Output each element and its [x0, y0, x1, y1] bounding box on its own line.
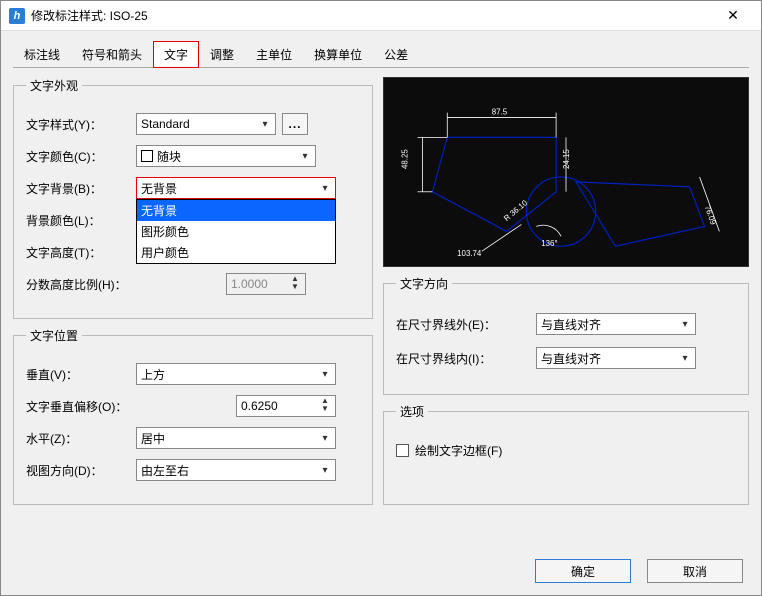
combo-inside-ext[interactable]: 与直线对齐 ▾ [536, 347, 696, 369]
preview-dim-left: 48.25 [401, 149, 410, 169]
bg-option-drawing[interactable]: 图形颜色 [137, 221, 335, 242]
preview-dim-top: 87.5 [492, 108, 508, 117]
close-icon[interactable]: ✕ [713, 7, 753, 24]
app-icon: h [9, 8, 25, 24]
label-text-height: 文字高度(T)： [26, 244, 136, 261]
combo-horizontal-value: 居中 [141, 430, 165, 447]
chevron-down-icon: ▾ [677, 349, 693, 367]
dimension-preview: 87.5 48.25 24.15 R 36.10 136° 103.74 76.… [383, 77, 749, 267]
label-text-style: 文字样式(Y)： [26, 116, 136, 133]
combo-view-direction[interactable]: 由左至右 ▾ [136, 459, 336, 481]
combo-vertical-value: 上方 [141, 366, 165, 383]
spinner-vert-offset[interactable]: 0.6250 ▲▼ [236, 395, 336, 417]
ok-button[interactable]: 确定 [535, 559, 631, 583]
combo-horizontal[interactable]: 居中 ▾ [136, 427, 336, 449]
label-outside-ext: 在尺寸界线外(E)： [396, 316, 536, 333]
chevron-down-icon: ▾ [297, 147, 313, 165]
dialog-window: h 修改标注样式: ISO-25 ✕ 标注线 符号和箭头 文字 调整 主单位 换… [0, 0, 762, 596]
label-vertical: 垂直(V)： [26, 366, 136, 383]
combo-text-color[interactable]: 随块 ▾ [136, 145, 316, 167]
preview-dim-bot: 103.74 [457, 249, 482, 258]
combo-text-bg-value: 无背景 [141, 180, 177, 197]
tab-symbols-arrows[interactable]: 符号和箭头 [71, 41, 153, 68]
legend-position: 文字位置 [26, 327, 82, 344]
combo-text-bg[interactable]: 无背景 ▾ 无背景 图形颜色 用户颜色 [136, 177, 336, 199]
group-text-position: 文字位置 垂直(V)： 上方 ▾ 文字垂直偏移(O)： 0.6250 ▲▼ [13, 327, 373, 505]
legend-appearance: 文字外观 [26, 77, 82, 94]
group-text-appearance: 文字外观 文字样式(Y)： Standard ▾ ... 文字颜色(C)： 随块… [13, 77, 373, 319]
spinner-frac-scale: 1.0000 ▲▼ [226, 273, 306, 295]
dialog-footer: 确定 取消 [535, 559, 743, 583]
checkbox-draw-frame[interactable]: 绘制文字边框(F) [396, 442, 502, 459]
combo-vertical[interactable]: 上方 ▾ [136, 363, 336, 385]
vert-offset-value: 0.6250 [241, 399, 278, 413]
chevron-down-icon: ▾ [257, 115, 273, 133]
label-view-direction: 视图方向(D)： [26, 462, 136, 479]
combo-text-color-value: 随块 [157, 148, 181, 165]
group-options: 选项 绘制文字边框(F) [383, 403, 749, 505]
preview-drawing: 87.5 48.25 24.15 R 36.10 136° 103.74 76.… [384, 78, 748, 266]
spinner-arrows-icon[interactable]: ▲▼ [317, 397, 333, 415]
legend-options: 选项 [396, 403, 428, 420]
cancel-button[interactable]: 取消 [647, 559, 743, 583]
group-text-orientation: 文字方向 在尺寸界线外(E)： 与直线对齐 ▾ 在尺寸界线内(I)： 与直线对齐… [383, 275, 749, 395]
tab-strip: 标注线 符号和箭头 文字 调整 主单位 换算单位 公差 [1, 31, 761, 68]
color-swatch-icon [141, 150, 153, 162]
spinner-arrows-icon: ▲▼ [287, 275, 303, 293]
legend-orientation: 文字方向 [396, 275, 452, 292]
bg-option-none[interactable]: 无背景 [137, 200, 335, 221]
preview-dim-right: 76.09 [703, 204, 718, 226]
tab-fit[interactable]: 调整 [199, 41, 245, 68]
label-text-color: 文字颜色(C)： [26, 148, 136, 165]
tab-dimlines[interactable]: 标注线 [13, 41, 71, 68]
preview-dim-r: R 36.10 [502, 198, 529, 223]
text-style-more-button[interactable]: ... [282, 113, 308, 135]
label-bg-color: 背景颜色(L)： [26, 212, 136, 229]
combo-outside-value: 与直线对齐 [541, 316, 601, 333]
chevron-down-icon: ▾ [317, 365, 333, 383]
label-text-bg: 文字背景(B)： [26, 180, 136, 197]
titlebar: h 修改标注样式: ISO-25 ✕ [1, 1, 761, 31]
preview-dim-ang: 136° [541, 239, 557, 248]
combo-view-direction-value: 由左至右 [141, 462, 189, 479]
combo-inside-value: 与直线对齐 [541, 350, 601, 367]
combo-text-style-value: Standard [141, 117, 190, 131]
combo-text-style[interactable]: Standard ▾ [136, 113, 276, 135]
chevron-down-icon: ▾ [677, 315, 693, 333]
tab-tolerances[interactable]: 公差 [373, 41, 419, 68]
right-column: 87.5 48.25 24.15 R 36.10 136° 103.74 76.… [383, 77, 749, 505]
tab-underline [13, 67, 749, 68]
combo-text-bg-dropdown: 无背景 图形颜色 用户颜色 [136, 199, 336, 264]
label-vert-offset: 文字垂直偏移(O)： [26, 398, 156, 415]
dialog-body: 文字外观 文字样式(Y)： Standard ▾ ... 文字颜色(C)： 随块… [1, 69, 761, 513]
tab-alt-units[interactable]: 换算单位 [303, 41, 373, 68]
bg-option-user[interactable]: 用户颜色 [137, 242, 335, 263]
combo-outside-ext[interactable]: 与直线对齐 ▾ [536, 313, 696, 335]
label-inside-ext: 在尺寸界线内(I)： [396, 350, 536, 367]
frac-scale-value: 1.0000 [231, 277, 268, 291]
label-horizontal: 水平(Z)： [26, 430, 136, 447]
chevron-down-icon: ▾ [317, 429, 333, 447]
checkbox-icon [396, 444, 409, 457]
checkbox-draw-frame-label: 绘制文字边框(F) [415, 442, 502, 459]
chevron-down-icon: ▾ [317, 461, 333, 479]
tab-text[interactable]: 文字 [153, 41, 199, 68]
label-frac-scale: 分数高度比例(H)： [26, 276, 156, 293]
chevron-down-icon: ▾ [317, 179, 333, 197]
window-title: 修改标注样式: ISO-25 [31, 7, 713, 24]
tab-primary-units[interactable]: 主单位 [245, 41, 303, 68]
preview-dim-mid: 24.15 [562, 149, 571, 169]
left-column: 文字外观 文字样式(Y)： Standard ▾ ... 文字颜色(C)： 随块… [13, 77, 373, 505]
